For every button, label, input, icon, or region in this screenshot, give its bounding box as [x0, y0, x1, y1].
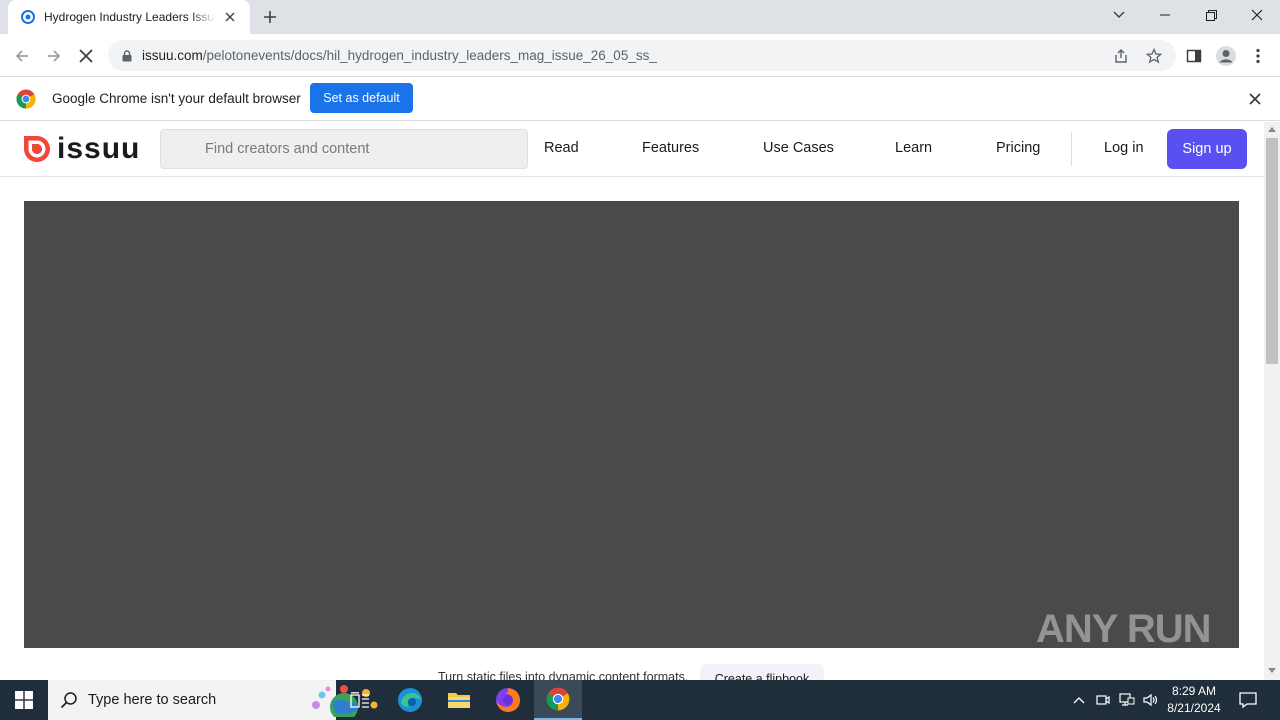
default-browser-infobar: Google Chrome isn't your default browser…: [0, 77, 1280, 121]
scrollbar-thumb[interactable]: [1266, 138, 1278, 364]
stop-loading-icon[interactable]: [73, 43, 99, 69]
nav-features[interactable]: Features: [642, 140, 699, 156]
nav-use-cases[interactable]: Use Cases: [763, 140, 834, 156]
issuu-logo-icon: [24, 136, 50, 162]
restore-button[interactable]: [1188, 0, 1234, 30]
network-icon[interactable]: [1116, 680, 1138, 720]
tab-title: Hydrogen Industry Leaders Issue 26: [44, 10, 216, 24]
task-view-icon[interactable]: [336, 680, 384, 720]
login-link[interactable]: Log in: [1104, 140, 1144, 156]
firefox-icon[interactable]: [484, 680, 532, 720]
profile-avatar-icon[interactable]: [1213, 43, 1239, 69]
url-text: issuu.com/pelotonevents/docs/hil_hydroge…: [142, 48, 657, 63]
meet-now-icon[interactable]: [1093, 680, 1113, 720]
page-viewport: issuu Read Features Use Cases Learn Pric…: [0, 122, 1280, 680]
page-scrollbar[interactable]: [1264, 122, 1280, 680]
forward-button[interactable]: [41, 43, 67, 69]
nav-divider: [1071, 132, 1072, 166]
tab-search-icon[interactable]: [1096, 0, 1142, 30]
windows-taskbar: Type here to search 8:29 AM 8/21/2024: [0, 680, 1280, 720]
creator-search[interactable]: [160, 129, 528, 169]
infobar-message: Google Chrome isn't your default browser: [52, 91, 301, 106]
promo-text: Turn static files into dynamic content f…: [438, 670, 689, 680]
browser-tab[interactable]: Hydrogen Industry Leaders Issue 26: [8, 0, 250, 34]
back-button[interactable]: [9, 43, 35, 69]
chrome-taskbar-icon[interactable]: [534, 680, 582, 720]
chrome-logo-icon: [16, 89, 36, 109]
file-explorer-icon[interactable]: [435, 680, 483, 720]
nav-learn[interactable]: Learn: [895, 140, 932, 156]
edge-browser-icon[interactable]: [386, 680, 434, 720]
loading-favicon-icon: [20, 9, 36, 25]
new-tab-button[interactable]: [258, 5, 282, 29]
set-as-default-button[interactable]: Set as default: [310, 83, 413, 113]
infobar-close-icon[interactable]: [1246, 90, 1264, 108]
bookmark-star-icon[interactable]: [1145, 47, 1163, 65]
minimize-button[interactable]: [1142, 0, 1188, 30]
tab-strip: Hydrogen Industry Leaders Issue 26: [0, 0, 1280, 34]
clock-date: 8/21/2024: [1167, 701, 1221, 715]
share-icon[interactable]: [1112, 47, 1130, 65]
scroll-up-icon[interactable]: [1268, 127, 1276, 132]
side-panel-icon[interactable]: [1181, 43, 1207, 69]
address-bar[interactable]: issuu.com/pelotonevents/docs/hil_hydroge…: [108, 40, 1176, 71]
chrome-menu-icon[interactable]: [1245, 43, 1271, 69]
issuu-wordmark: issuu: [57, 132, 141, 165]
volume-icon[interactable]: [1140, 680, 1162, 720]
tray-overflow-chevron-icon[interactable]: [1068, 680, 1090, 720]
lock-icon[interactable]: [120, 49, 134, 63]
scroll-down-icon[interactable]: [1268, 668, 1276, 673]
windows-logo-icon: [15, 691, 33, 709]
issuu-logo[interactable]: issuu: [24, 134, 140, 164]
taskbar-search[interactable]: Type here to search: [48, 680, 378, 720]
start-button[interactable]: [0, 680, 48, 720]
anyrun-watermark: ANY RUN: [1036, 607, 1212, 652]
issuu-header: issuu Read Features Use Cases Learn Pric…: [0, 122, 1264, 177]
nav-read[interactable]: Read: [544, 140, 579, 156]
close-window-button[interactable]: [1234, 0, 1280, 30]
taskbar-clock[interactable]: 8:29 AM 8/21/2024: [1164, 683, 1224, 717]
nav-pricing[interactable]: Pricing: [996, 140, 1040, 156]
notification-center-icon[interactable]: [1232, 680, 1264, 720]
search-icon: [60, 692, 77, 709]
creator-search-input[interactable]: [205, 141, 505, 157]
tab-close-icon[interactable]: [222, 9, 238, 25]
watermark-text: ANY RUN: [1036, 607, 1212, 651]
signup-button[interactable]: Sign up: [1167, 129, 1247, 169]
taskbar-search-placeholder: Type here to search: [88, 692, 217, 708]
clock-time: 8:29 AM: [1171, 684, 1217, 698]
create-flipbook-button[interactable]: Create a flipbook: [700, 664, 824, 680]
browser-toolbar: issuu.com/pelotonevents/docs/hil_hydroge…: [0, 34, 1280, 77]
document-reader[interactable]: [24, 201, 1239, 648]
